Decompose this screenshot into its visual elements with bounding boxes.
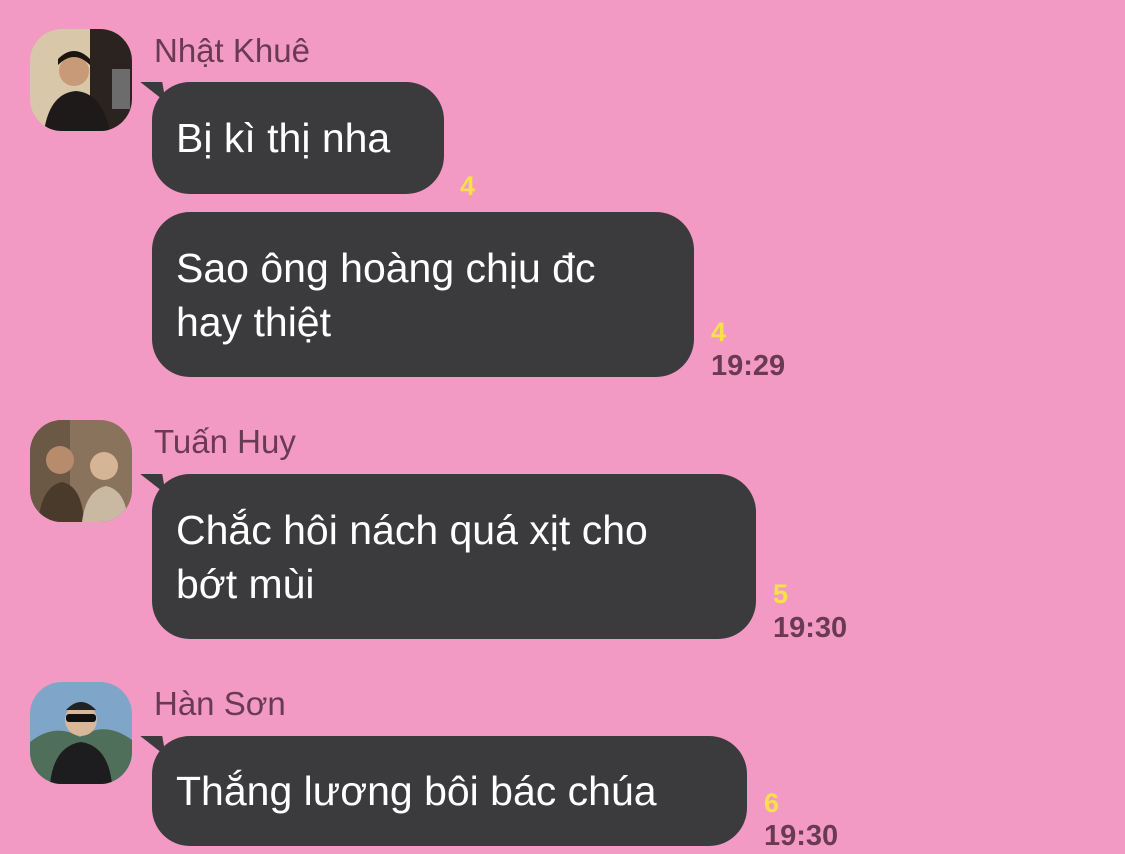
message-bubble[interactable]: Chắc hôi nách quá xịt cho bớt mùi <box>140 474 756 639</box>
message-text: Thắng lương bôi bác chúa <box>176 768 657 814</box>
message-timestamp: 19:30 <box>773 612 848 644</box>
avatar-photo <box>30 682 132 784</box>
message-timestamp: 19:30 <box>764 820 839 852</box>
message-timestamp: 19:29 <box>711 350 786 382</box>
sender-name: Hàn Sơn <box>154 685 286 722</box>
message-bubble[interactable]: Bị kì thị nha <box>140 82 444 194</box>
message-text: Sao ông hoàng chịu đc hay thiệt <box>176 244 596 345</box>
read-count: 4 <box>460 171 476 201</box>
bubble-tail <box>140 736 166 756</box>
sender-name: Nhật Khuê <box>154 32 310 69</box>
read-count: 5 <box>773 579 789 609</box>
avatar-tuan-huy[interactable] <box>30 420 132 522</box>
sender-name: Tuấn Huy <box>154 423 296 460</box>
avatar-photo <box>30 420 132 522</box>
read-count: 4 <box>711 317 727 347</box>
message-text: Bị kì thị nha <box>176 115 391 161</box>
avatar-han-son[interactable] <box>30 682 132 784</box>
message-text: Chắc hôi nách quá xịt cho bớt mùi <box>176 506 648 607</box>
bubble-tail <box>140 82 166 102</box>
avatar-nhat-khue[interactable] <box>30 29 132 131</box>
avatar-photo <box>30 29 132 131</box>
message-bubble[interactable]: Sao ông hoàng chịu đc hay thiệt <box>152 212 694 377</box>
message-bubble[interactable]: Thắng lương bôi bác chúa <box>140 736 747 846</box>
read-count: 6 <box>764 788 780 818</box>
bubble-tail <box>140 474 166 494</box>
